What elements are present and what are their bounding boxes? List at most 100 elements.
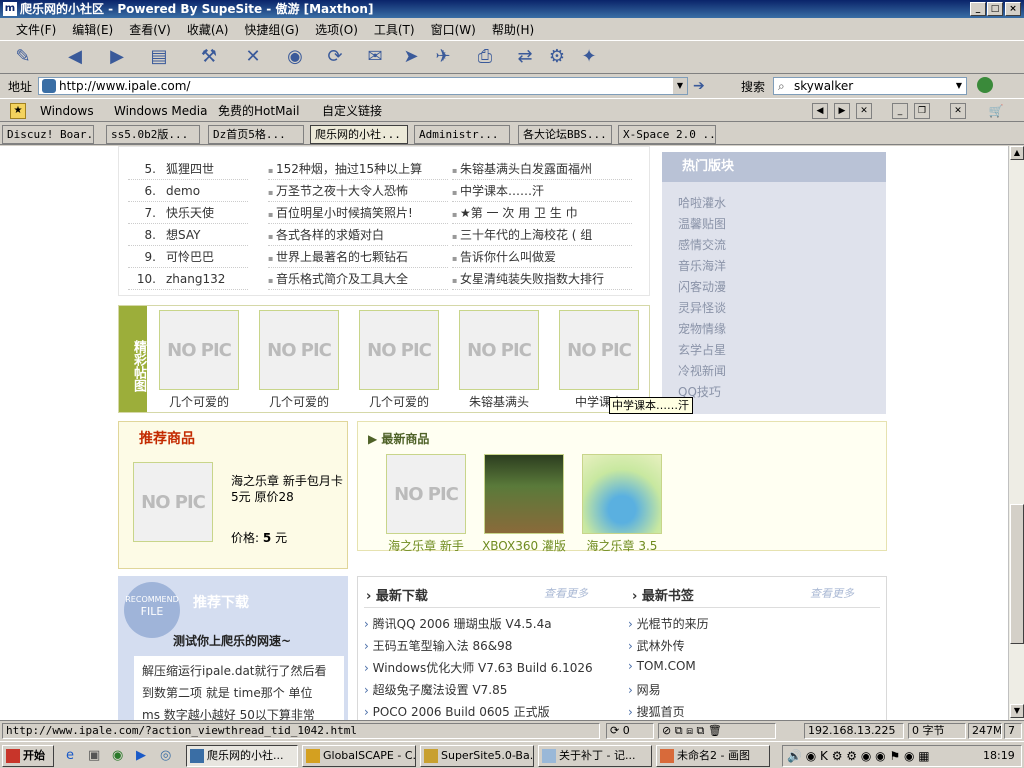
maximize-button[interactable]: □ (987, 2, 1003, 16)
bookmark-link[interactable]: 武林外传 (628, 637, 685, 654)
search-dropdown-icon[interactable]: ▼ (952, 78, 966, 94)
go-icon[interactable]: ➔ (693, 78, 705, 94)
link-windows[interactable]: Windows (40, 103, 94, 119)
rank-row[interactable]: 6. demo (128, 180, 248, 202)
board-link[interactable]: 闪客动漫 (678, 278, 726, 295)
new-goods-image[interactable]: NO PIC (386, 454, 466, 534)
menu-help[interactable]: 帮助(H) (492, 21, 534, 38)
bookmark-link[interactable]: 光棍节的来历 (628, 615, 709, 632)
download-link[interactable]: Windows优化大师 V7.63 Build 6.1026 (364, 659, 593, 676)
thread-link[interactable]: 万圣节之夜十大令人恐怖 (268, 180, 448, 202)
board-link[interactable]: 冷视新闻 (678, 362, 726, 379)
rank-row[interactable]: 8. 想SAY (128, 224, 248, 246)
taskbar-item-globalscape[interactable]: GlobalSCAPE - C... (302, 745, 416, 767)
download-link[interactable]: 超级兔子魔法设置 V7.85 (364, 681, 508, 698)
gear-icon[interactable]: ⚙ (544, 46, 570, 68)
media-quicklaunch-icon[interactable]: ◉ (112, 748, 123, 763)
downloads-more-link[interactable]: 查看更多 (544, 585, 588, 601)
thread-link[interactable]: 音乐格式简介及工具大全 (268, 268, 448, 290)
ie-quicklaunch-icon[interactable]: e (66, 748, 74, 763)
thread-link[interactable]: 朱镕基满头白发露面福州 (452, 158, 632, 180)
menu-favorites[interactable]: 收藏(A) (187, 21, 229, 38)
menu-file[interactable]: 文件(F) (16, 21, 56, 38)
link-windows-media[interactable]: Windows Media (114, 103, 207, 119)
tab-left-icon[interactable]: ◀ (812, 103, 828, 119)
bookmarks-more-link[interactable]: 查看更多 (810, 585, 854, 601)
taskbar-item-supersite[interactable]: SuperSite5.0-Ba... (420, 745, 534, 767)
scroll-thumb[interactable] (1010, 504, 1024, 644)
thread-link[interactable]: 中学课本……汗 (452, 180, 632, 202)
pic-caption[interactable]: 朱镕基满头 (454, 393, 544, 410)
scroll-down-icon[interactable]: ▼ (1010, 704, 1024, 718)
pic-caption[interactable]: 几个可爱的 (254, 393, 344, 410)
refresh-icon[interactable]: ⟳ (322, 46, 348, 68)
rank-row[interactable]: 10. zhang132 (128, 268, 248, 290)
menu-groups[interactable]: 快捷组(G) (244, 21, 299, 38)
nopic-image[interactable]: NO PIC (159, 310, 239, 390)
tab-right-icon[interactable]: ▶ (834, 103, 850, 119)
print-icon[interactable]: ⎙ (472, 46, 498, 68)
back-icon[interactable]: ◀ (62, 46, 88, 68)
rank-row[interactable]: 5. 狐狸四世 (128, 158, 248, 180)
nopic-image[interactable]: NO PIC (259, 310, 339, 390)
tab-close-icon[interactable]: ✕ (856, 103, 872, 119)
tab-administrator[interactable]: Administr... (414, 125, 510, 144)
send-icon[interactable]: ➤ (398, 46, 424, 68)
tab-dz[interactable]: Dz首页5格... (208, 125, 304, 144)
tools-icon[interactable]: ⚒ (196, 46, 222, 68)
search-input[interactable]: ⌕ skywalker (773, 77, 967, 95)
board-link[interactable]: 温馨贴图 (678, 215, 726, 232)
feed-icon[interactable]: ✈ (430, 46, 456, 68)
board-link[interactable]: 哈啦灌水 (678, 194, 726, 211)
board-link[interactable]: 玄学占星 (678, 341, 726, 358)
download-subtitle[interactable]: 测试你上爬乐的网速~ (173, 632, 291, 649)
vertical-scrollbar[interactable]: ▲ ▼ (1008, 146, 1024, 720)
stop-icon[interactable]: ✕ (240, 46, 266, 68)
menu-tools[interactable]: 工具(T) (374, 21, 415, 38)
goods-name[interactable]: 海之乐章 新手包月卡 (231, 472, 343, 489)
board-link[interactable]: 感情交流 (678, 236, 726, 253)
new-tab-icon[interactable]: ✎ (10, 46, 36, 68)
thread-link[interactable]: 世界上最著名的七颗钻石 (268, 246, 448, 268)
tab-close-all-icon[interactable]: ✕ (950, 103, 966, 119)
sync-icon[interactable]: ⇄ (512, 46, 538, 68)
tab-minimize-icon[interactable]: _ (892, 103, 908, 119)
link-custom[interactable]: 自定义链接 (322, 103, 382, 119)
url-input[interactable]: http://www.ipale.com/ (38, 77, 688, 95)
tab-xspace[interactable]: X-Space 2.0 ... (618, 125, 716, 144)
bookmark-link[interactable]: 网易 (628, 681, 661, 698)
menu-window[interactable]: 窗口(W) (431, 21, 476, 38)
thread-link[interactable]: ★第 一 次 用 卫 生 巾 (452, 202, 632, 224)
new-goods-caption[interactable]: 海之乐章 3.5 (567, 537, 677, 554)
tray-icons[interactable]: 🔊 ◉ K ⚙ ⚙ ◉ ◉ ⚑ ◉ ▦ (787, 749, 930, 763)
thread-link[interactable]: 各式各样的求婚对白 (268, 224, 448, 246)
thread-link[interactable]: 告诉你什么叫做爱 (452, 246, 632, 268)
close-button[interactable]: × (1005, 2, 1021, 16)
nopic-image[interactable]: NO PIC (359, 310, 439, 390)
menu-edit[interactable]: 编辑(E) (72, 21, 113, 38)
cart-icon[interactable]: 🛒 (988, 103, 1004, 119)
desktop-quicklaunch-icon[interactable]: ▣ (88, 748, 100, 763)
pic-caption[interactable]: 几个可爱的 (354, 393, 444, 410)
new-goods-caption[interactable]: XBOX360 灌版 (469, 537, 579, 554)
new-goods-caption[interactable]: 海之乐章 新手 (371, 537, 481, 554)
tab-ipale[interactable]: 爬乐网的小社... (310, 125, 408, 144)
browser-quicklaunch-icon[interactable]: ◎ (160, 748, 171, 763)
nopic-image[interactable]: NO PIC (459, 310, 539, 390)
link-hotmail[interactable]: 免费的HotMail (218, 103, 299, 119)
favorites-star-icon[interactable]: ★ (10, 103, 26, 119)
board-link[interactable]: 宠物情缘 (678, 320, 726, 337)
popup-block-icon[interactable]: ⊘ ⧉ ⧈ ⧉ 🗑 (662, 724, 722, 737)
page-icon[interactable]: ▤ (146, 46, 172, 68)
player-quicklaunch-icon[interactable]: ▶ (136, 748, 146, 763)
globe-icon[interactable] (977, 77, 993, 93)
home-icon[interactable]: ◉ (282, 46, 308, 68)
bookmark-link[interactable]: TOM.COM (628, 659, 696, 673)
thread-link[interactable]: 女星清纯装失败指数大排行 (452, 268, 632, 290)
taskbar-item-notepad[interactable]: 关于补丁 - 记... (538, 745, 652, 767)
tab-ss5[interactable]: ss5.0b2版... (106, 125, 200, 144)
rank-row[interactable]: 9. 可怜巴巴 (128, 246, 248, 268)
download-link[interactable]: 王码五笔型输入法 86&98 (364, 637, 513, 654)
menu-view[interactable]: 查看(V) (129, 21, 171, 38)
game-card-image[interactable] (582, 454, 662, 534)
